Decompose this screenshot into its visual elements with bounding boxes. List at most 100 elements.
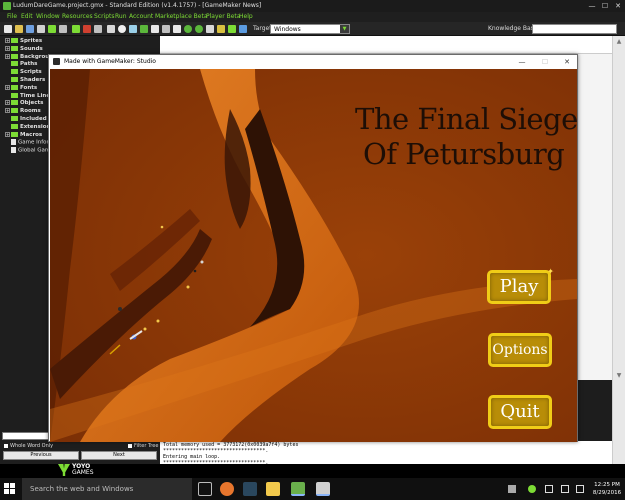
expand-plus-icon[interactable]: + [5,100,10,106]
menu-run[interactable]: Run [115,12,127,22]
menu-resources[interactable]: Resources [62,12,93,22]
resource-tree-item[interactable]: + Rooms [5,108,41,115]
ide-close-button[interactable]: ✕ [611,0,625,12]
folder-icon [11,123,18,129]
resource-tree-item[interactable]: Scripts [5,69,42,76]
resource-tree-item[interactable]: + Objects [5,100,43,107]
tray-clock[interactable]: 12:25 PM 8/29/2016 [590,481,624,497]
game-minimize-button[interactable]: — [513,55,531,69]
save-icon[interactable] [26,25,34,33]
ide-minimize-button[interactable]: — [585,0,599,12]
network-icon[interactable] [545,485,553,493]
help-icon[interactable] [239,25,247,33]
menu-file[interactable]: File [7,12,17,22]
background-icon[interactable] [129,25,137,33]
gamemaker-window-icon [53,58,60,65]
resource-tree-label: Macros [20,131,43,138]
whole-word-checkbox[interactable]: Whole Word Only [4,443,53,449]
clean-icon[interactable] [94,25,102,33]
yoyo-logo-icon [58,464,70,476]
menu-edit[interactable]: Edit [21,12,33,22]
gamemaker-runner-taskbar-icon[interactable] [316,482,330,496]
room-icon[interactable] [206,25,214,33]
global-settings-icon[interactable] [228,25,236,33]
scroll-up-arrow-icon[interactable]: ▲ [615,38,623,46]
resource-tree-item[interactable]: + Fonts [5,84,37,92]
timeline-icon[interactable] [184,25,192,33]
resource-tree-item[interactable]: + Sprites [5,38,42,45]
resource-tree-item[interactable]: + Macros [5,131,43,139]
open-project-icon[interactable] [15,25,23,33]
folder-icon [11,100,18,106]
script-icon[interactable] [151,25,159,33]
menu-account[interactable]: Account [129,12,153,22]
folder-icon [11,92,18,98]
resource-tree-item[interactable]: Extensions [5,123,54,131]
game-close-button[interactable]: ✕ [558,55,576,69]
game-info-icon[interactable] [217,25,225,33]
import-icon[interactable] [59,25,67,33]
mouse-cursor-icon: ✦ [547,267,554,276]
gamemaker-taskbar-icon[interactable] [291,482,305,496]
menu-window[interactable]: Window [36,12,60,22]
resource-tree-item[interactable]: Paths [5,61,37,68]
export-icon[interactable] [48,25,56,33]
volume-icon[interactable] [576,485,584,493]
game-maximize-button[interactable]: ☐ [536,55,554,69]
game-title-line-2: Of Petursburg [363,137,565,171]
game-window-title-bar[interactable]: Made with GameMaker: Studio — ☐ ✕ [49,55,577,69]
expand-plus-icon[interactable]: + [5,45,10,51]
expand-plus-icon[interactable]: + [5,108,10,114]
resource-tree-item[interactable]: + Sounds [5,45,43,53]
news-scrollbar[interactable]: ▲ ▼ [612,36,625,464]
sound-icon[interactable] [118,25,126,33]
ide-maximize-button[interactable]: ☐ [598,0,612,12]
play-button[interactable]: Play ✦ [487,267,554,304]
debug-icon[interactable] [83,25,91,33]
file-explorer-icon[interactable] [266,482,280,496]
steam-tray-icon[interactable] [528,485,536,493]
ide-menu-bar: File Edit Window Resources Scripts Run A… [0,12,625,22]
expand-plus-icon[interactable]: + [5,84,10,90]
sprite-icon[interactable] [107,25,115,33]
windows-start-icon[interactable] [4,483,16,495]
game-canvas[interactable]: The Final Siege Of Petursburg Play ✦ Opt… [50,69,577,442]
font-icon[interactable] [173,25,181,33]
firefox-icon[interactable] [220,482,234,496]
new-project-icon[interactable] [4,25,12,33]
resource-tree-item[interactable]: Time Lines [5,92,53,100]
windows-taskbar: Search the web and Windows 12:25 PM 8/29… [0,478,625,500]
create-executable-icon[interactable] [37,25,45,33]
news-panel-header [160,36,625,54]
checkbox-icon [128,443,132,448]
previous-button[interactable]: Previous [3,451,79,460]
game-window: Made with GameMaker: Studio — ☐ ✕ The Fi… [48,54,578,442]
tray-overflow-icon[interactable] [508,485,516,493]
path-icon[interactable] [140,25,148,33]
steam-icon[interactable] [243,482,257,496]
shader-icon[interactable] [162,25,170,33]
target-select[interactable]: Windows ▼ [270,24,350,34]
quit-button[interactable]: Quit [488,395,552,429]
battery-icon[interactable] [561,485,569,493]
run-icon[interactable] [72,25,80,33]
menu-help[interactable]: Help [239,12,253,22]
scroll-down-arrow-icon[interactable]: ▼ [615,372,623,380]
clock-date: 8/29/2016 [592,490,622,496]
menu-scripts[interactable]: Scripts [94,12,115,22]
menu-player-beta[interactable]: Player Beta [206,12,240,22]
filter-tree-checkbox[interactable]: Filter Tree [128,443,158,449]
expand-plus-icon[interactable]: + [5,131,10,137]
next-button[interactable]: Next [81,451,157,460]
knowledge-base-input[interactable] [532,24,617,34]
task-view-icon[interactable] [198,482,212,496]
options-button[interactable]: Options [488,333,552,367]
clock-time: 12:25 PM [594,482,620,488]
object-icon[interactable] [195,25,203,33]
menu-marketplace-beta[interactable]: Marketplace Beta [155,12,208,22]
resource-tree-label: Rooms [20,108,41,115]
resource-tree-item[interactable]: Shaders [5,77,45,84]
expand-plus-icon[interactable]: + [5,38,10,43]
expand-plus-icon[interactable]: + [5,53,10,59]
taskbar-search-box[interactable]: Search the web and Windows [22,478,192,500]
